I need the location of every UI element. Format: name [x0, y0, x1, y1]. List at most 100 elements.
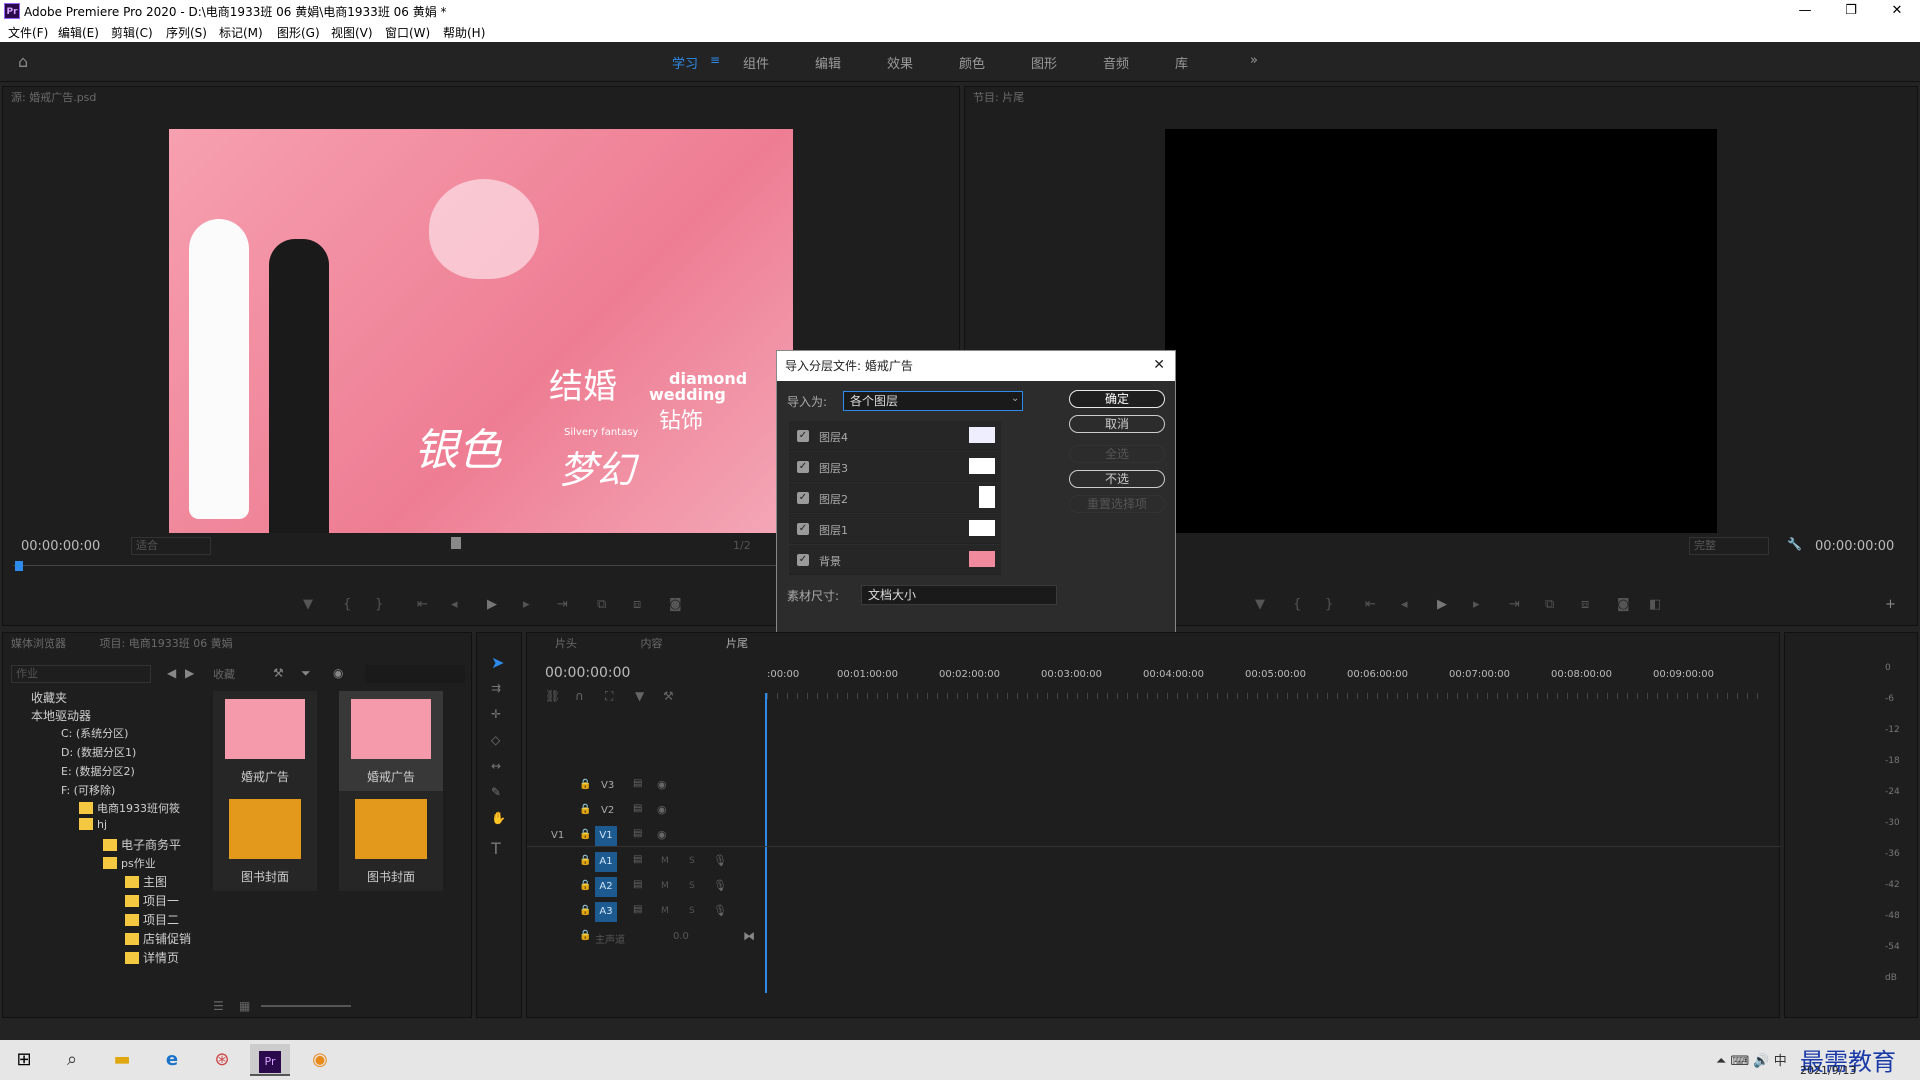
menu-marker[interactable]: 标记(M) [219, 24, 263, 41]
program-step-back-icon[interactable]: ◂ [1401, 597, 1408, 612]
type-icon[interactable]: T [491, 839, 501, 858]
system-tray-icons[interactable]: ⏶ ⌨ 🔊 中 [1716, 1050, 1787, 1069]
cancel-button[interactable]: 取消 [1069, 415, 1165, 433]
sync-lock-icon[interactable]: ▤ [633, 879, 642, 890]
menu-view[interactable]: 视图(V) [331, 24, 373, 41]
source-playhead[interactable] [15, 561, 23, 571]
workspace-graphics[interactable]: 图形 [1031, 53, 1057, 72]
menu-clip[interactable]: 剪辑(C) [111, 24, 153, 41]
mute-button[interactable]: M [661, 906, 669, 916]
lock-icon[interactable]: 🔒 [579, 829, 591, 840]
compare-icon[interactable]: ◧ [1649, 597, 1661, 612]
media-tile[interactable]: 婚戒广告 [339, 691, 443, 791]
import-as-select[interactable]: 各个图层 [843, 391, 1023, 411]
timeline-timecode[interactable]: 00:00:00:00 [545, 665, 630, 681]
workspace-color[interactable]: 颜色 [959, 53, 985, 72]
source-monitor-title[interactable]: 源: 婚戒广告.psd [3, 87, 959, 109]
track-a2[interactable]: 🔒 A2 ▤ M S 🎙 [527, 876, 1781, 898]
microphone-icon[interactable]: 🎙 [713, 904, 727, 917]
lift-icon[interactable]: ⧉ [1545, 597, 1554, 612]
lock-icon[interactable]: 🔒 [579, 880, 591, 891]
program-timecode[interactable]: 00:00:00:00 [1815, 539, 1894, 554]
program-step-forward-icon[interactable]: ▸ [1473, 597, 1480, 612]
tree-drive-e[interactable]: E: (数据分区2) [61, 763, 135, 779]
media-tile[interactable]: 图书封面 [339, 791, 443, 891]
workspace-learn[interactable]: 学习 [672, 53, 698, 72]
media-tile[interactable]: 图书封面 [213, 791, 317, 891]
solo-button[interactable]: S [689, 906, 695, 916]
tree-folder-project1[interactable]: 项目一 [125, 892, 179, 909]
footage-size-select[interactable]: 文档大小 [861, 585, 1057, 605]
add-button-icon[interactable]: + [1885, 597, 1896, 612]
lock-icon[interactable]: 🔒 [579, 779, 591, 790]
track-v3[interactable]: 🔒 V3 ▤ ◉ [527, 775, 1781, 797]
wrench-tool-icon[interactable]: ⚒ [273, 666, 284, 680]
tree-folder-ecommerce[interactable]: 电子商务平 [103, 836, 181, 853]
eye-icon[interactable]: ◉ [657, 828, 667, 841]
go-to-out-icon[interactable]: ⇥ [557, 597, 568, 612]
sync-lock-icon[interactable]: ▤ [633, 828, 642, 839]
track-a1[interactable]: 🔒 A1 ▤ M S 🎙 [527, 851, 1781, 873]
background-checkbox[interactable]: ✓ [797, 554, 809, 566]
workspace-menu-icon[interactable]: ≡ [710, 53, 720, 67]
solo-button[interactable]: S [689, 881, 695, 891]
layer-row-2[interactable]: ✓ 图层2 [789, 483, 1001, 513]
layer3-checkbox[interactable]: ✓ [797, 461, 809, 473]
restore-icon[interactable]: ❐ [1828, 0, 1874, 22]
time-ruler[interactable]: :00:00 00:01:00:00 00:02:00:00 00:03:00:… [767, 661, 1767, 701]
mute-button[interactable]: M [661, 856, 669, 866]
layer-row-4[interactable]: ✓ 图层4 [789, 421, 1001, 451]
icon-view-icon[interactable]: ▦ [239, 999, 250, 1013]
dialog-close-icon[interactable]: ✕ [1153, 357, 1165, 373]
solo-button[interactable]: S [689, 856, 695, 866]
close-icon[interactable]: ✕ [1874, 0, 1920, 22]
file-explorer-icon[interactable]: ▬ [102, 1044, 142, 1076]
tree-folder-promo[interactable]: 店铺促销 [125, 930, 191, 947]
reset-selection-button[interactable]: 重置选择项 [1069, 495, 1165, 513]
track-a3[interactable]: 🔒 A3 ▤ M S 🎙 [527, 901, 1781, 923]
menu-edit[interactable]: 编辑(E) [58, 24, 99, 41]
tree-drive-f[interactable]: F: (可移除) [61, 782, 115, 798]
master-volume-value[interactable]: 0.0 [673, 931, 689, 942]
microphone-icon[interactable]: 🎙 [713, 879, 727, 892]
lock-icon[interactable]: 🔒 [579, 855, 591, 866]
ok-button[interactable]: 确定 [1069, 390, 1165, 408]
track-select-icon[interactable]: ⇉ [491, 681, 501, 695]
select-none-button[interactable]: 不选 [1069, 470, 1165, 488]
menu-window[interactable]: 窗口(W) [385, 24, 430, 41]
tree-folder-main[interactable]: 主图 [125, 873, 167, 890]
track-v1[interactable]: V1 🔒 V1 ▤ ◉ [527, 825, 1781, 847]
eye-icon[interactable]: ◉ [657, 778, 667, 791]
program-mark-out-icon[interactable]: } [1325, 597, 1333, 612]
layer4-checkbox[interactable]: ✓ [797, 430, 809, 442]
sync-lock-icon[interactable]: ▤ [633, 803, 642, 814]
tree-folder-ps[interactable]: ps作业 [103, 855, 156, 871]
app-icon[interactable]: ⊛ [202, 1044, 242, 1076]
tab-ending[interactable]: 片尾 [726, 637, 748, 650]
add-marker-icon[interactable]: ▼ [635, 689, 644, 703]
home-icon[interactable]: ⌂ [18, 52, 28, 71]
selection-tool-icon[interactable]: ➤ [491, 653, 504, 672]
track-master[interactable]: 🔒 主声道 0.0 [527, 926, 727, 948]
tree-folder-hj[interactable]: hj [79, 818, 107, 831]
hand-icon[interactable]: ✋ [491, 811, 506, 825]
select-all-button[interactable]: 全选 [1069, 445, 1165, 463]
view-icon[interactable]: ◉ [333, 666, 343, 680]
slip-icon[interactable]: ↔ [491, 759, 501, 773]
overwrite-icon[interactable]: ⧈ [633, 597, 641, 612]
camera-icon[interactable]: ◙ [669, 597, 682, 612]
tree-local-drives[interactable]: 本地驱动器 [31, 707, 91, 724]
forward-arrow-icon[interactable]: ▶ [185, 666, 194, 680]
tab-media-browser[interactable]: 媒体浏览器 [11, 637, 66, 650]
tree-favorites[interactable]: 收藏夹 [31, 689, 67, 706]
mark-out-icon[interactable]: } [375, 597, 383, 612]
mute-button[interactable]: M [661, 881, 669, 891]
marker-icon[interactable]: ▼ [303, 597, 313, 612]
wrench-icon[interactable]: 🔧 [1787, 537, 1802, 551]
menu-file[interactable]: 文件(F) [8, 24, 48, 41]
premiere-taskbar-icon[interactable]: Pr [250, 1044, 290, 1076]
tree-drive-d[interactable]: D: (数据分区1) [61, 744, 136, 760]
workspace-assembly[interactable]: 组件 [743, 53, 769, 72]
magnet-icon[interactable]: ∩ [575, 689, 584, 703]
layer2-checkbox[interactable]: ✓ [797, 492, 809, 504]
